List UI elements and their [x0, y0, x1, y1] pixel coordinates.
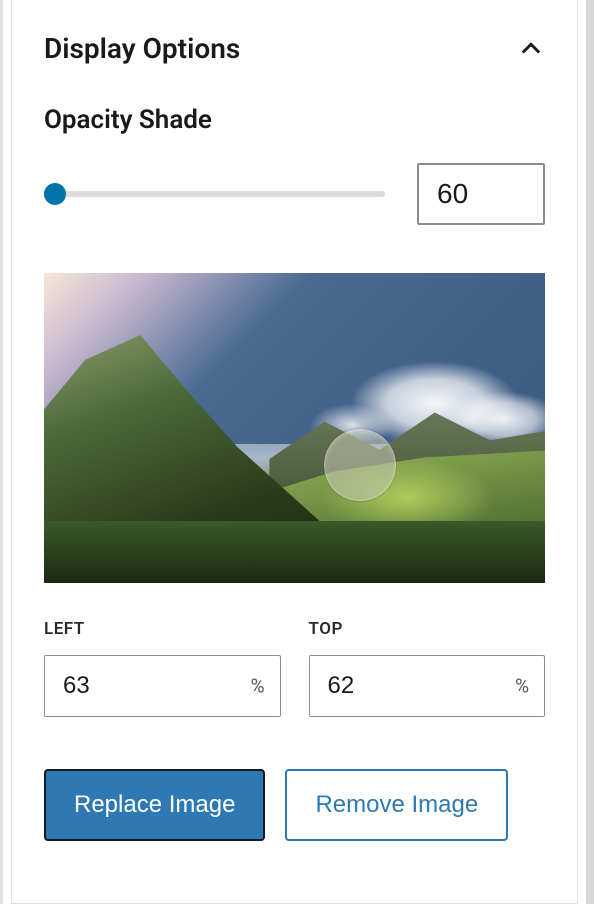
slider-track [44, 191, 385, 197]
preview-foreground [44, 521, 545, 583]
panel-outer-wrap: Display Options Opacity Shade [0, 0, 594, 904]
opacity-shade-label: Opacity Shade [44, 105, 545, 135]
focal-point-handle[interactable] [324, 429, 396, 501]
opacity-input[interactable] [417, 163, 545, 225]
display-options-panel: Display Options Opacity Shade [11, 0, 578, 904]
chevron-up-icon [517, 35, 545, 63]
replace-image-button[interactable]: Replace Image [44, 769, 265, 841]
left-label: LEFT [44, 619, 281, 639]
left-unit: % [251, 675, 265, 698]
panel-header[interactable]: Display Options [12, 4, 577, 65]
left-field: LEFT % [44, 619, 281, 717]
image-buttons-row: Replace Image Remove Image [44, 769, 545, 841]
top-input[interactable] [309, 655, 546, 717]
top-field: TOP % [309, 619, 546, 717]
opacity-row [44, 163, 545, 225]
panel-title: Display Options [44, 32, 240, 65]
left-input-wrap: % [44, 655, 281, 717]
left-input[interactable] [44, 655, 281, 717]
top-unit: % [515, 675, 529, 698]
image-preview[interactable] [44, 273, 545, 583]
top-input-wrap: % [309, 655, 546, 717]
focal-coords-row: LEFT % TOP % [44, 619, 545, 717]
opacity-slider[interactable] [44, 182, 385, 206]
slider-thumb[interactable] [44, 183, 66, 205]
panel-body: Opacity Shade LEFT [12, 105, 577, 841]
top-label: TOP [309, 619, 546, 639]
remove-image-button[interactable]: Remove Image [285, 769, 508, 841]
